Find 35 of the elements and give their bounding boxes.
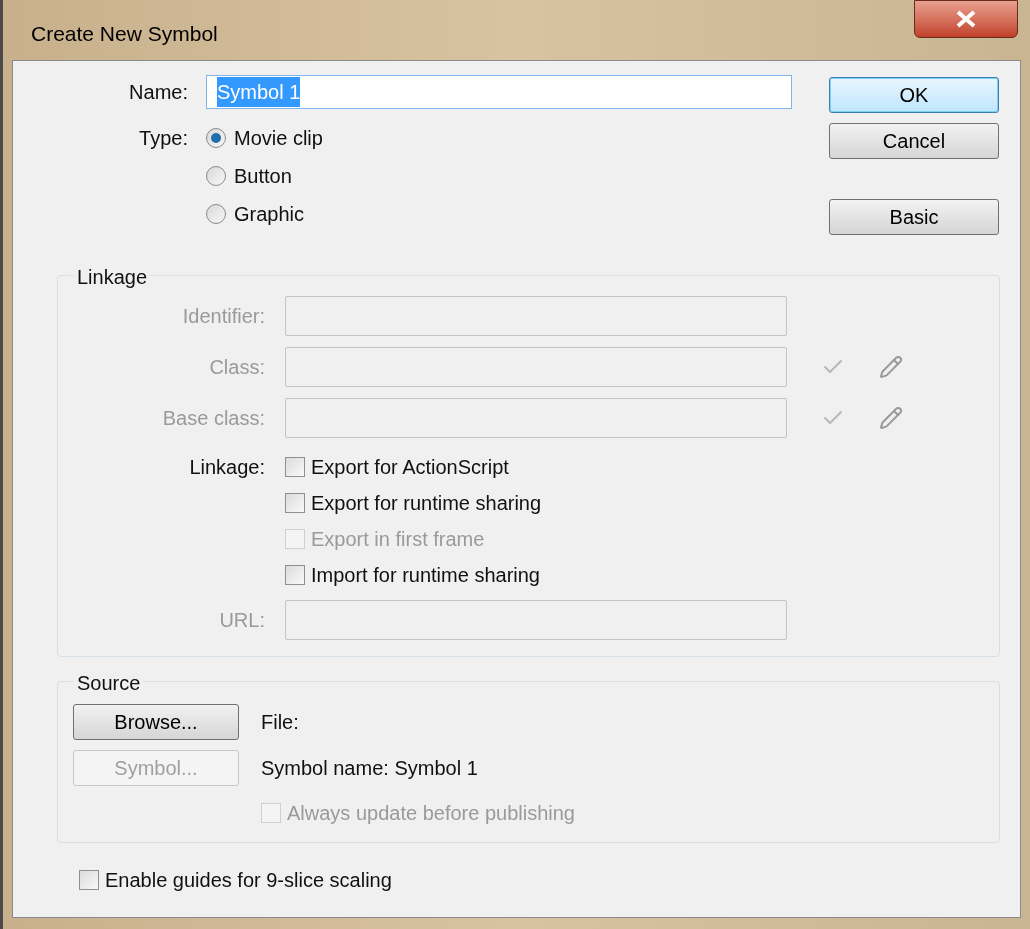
file-label: File: <box>261 710 299 735</box>
pencil-icon[interactable] <box>879 355 903 379</box>
symbol-name: Symbol name: Symbol 1 <box>261 756 478 781</box>
checkbox-label: Export in first frame <box>311 527 485 552</box>
field-label: Linkage: <box>188 455 265 480</box>
pencil-icon[interactable] <box>879 406 903 430</box>
checkbox[interactable] <box>285 457 305 477</box>
radio-button[interactable] <box>206 166 226 186</box>
radio-button[interactable] <box>206 128 226 148</box>
field-label: URL: <box>218 608 265 633</box>
checkbox-label: Import for runtime sharing <box>311 563 540 588</box>
name-value: Symbol 1 <box>217 77 301 107</box>
field-label: Name: <box>128 80 188 105</box>
radio-label: Graphic <box>234 202 305 227</box>
close-button[interactable] <box>914 0 1018 38</box>
close-icon <box>955 10 977 28</box>
dialog-button[interactable]: Browse... <box>73 704 239 740</box>
checkbox-label: Enable guides for 9-slice scaling <box>105 868 392 893</box>
field-label: Identifier: <box>181 304 265 329</box>
checkbox[interactable] <box>79 870 99 890</box>
field-label: Base class: <box>161 406 265 431</box>
field-label: Class: <box>208 355 265 380</box>
checkbox[interactable] <box>285 565 305 585</box>
field-label: Type: <box>138 126 188 151</box>
checkbox-label: Export for runtime sharing <box>311 491 542 516</box>
checkbox-label: Export for ActionScript <box>311 455 509 480</box>
dialog-button[interactable]: Basic <box>829 199 999 235</box>
dialog-button[interactable]: OK <box>829 77 999 113</box>
window-title: Create New Symbol <box>31 21 218 47</box>
dialog-button[interactable]: Cancel <box>829 123 999 159</box>
radio-button[interactable] <box>206 204 226 224</box>
checkbox[interactable] <box>285 493 305 513</box>
radio-label: Button <box>234 164 292 189</box>
checkbox-label: Always update before publishing <box>287 801 575 826</box>
radio-label: Movie clip <box>234 126 323 151</box>
